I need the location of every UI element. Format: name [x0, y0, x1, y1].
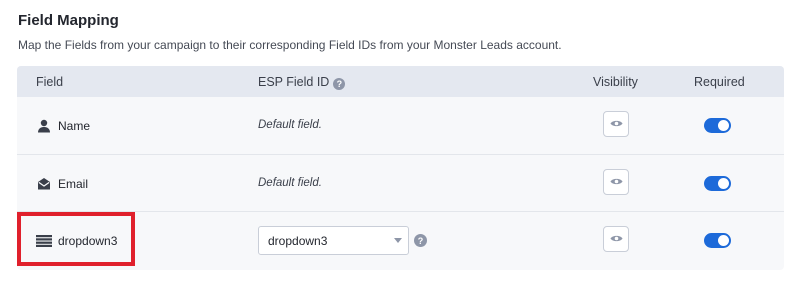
help-icon[interactable]: ?: [414, 234, 427, 247]
field-cell: Email: [36, 155, 88, 212]
visibility-toggle-button[interactable]: [603, 111, 629, 137]
person-icon: [36, 118, 52, 134]
eye-icon: [610, 173, 623, 191]
highlight-annotation-box: [17, 212, 135, 266]
help-icon[interactable]: ?: [333, 78, 346, 90]
column-header-required: Required: [694, 75, 745, 89]
column-header-esp-field-id: ESP Field ID?: [258, 75, 346, 90]
required-toggle[interactable]: [704, 118, 731, 133]
page-title: Field Mapping: [18, 12, 119, 29]
table-row: Email Default field.: [17, 154, 784, 211]
field-name: Name: [58, 118, 91, 133]
field-name: Email: [58, 176, 89, 191]
eye-icon: [610, 115, 623, 133]
chevron-down-icon: [394, 238, 402, 243]
required-toggle[interactable]: [704, 176, 731, 191]
eye-icon: [610, 230, 623, 248]
table-row: Name Default field.: [17, 97, 784, 154]
table-header: Field ESP Field ID? Visibility Required: [17, 66, 784, 97]
column-header-visibility: Visibility: [593, 75, 638, 89]
toggle-knob: [718, 235, 729, 246]
visibility-toggle-button[interactable]: [603, 169, 629, 195]
visibility-toggle-button[interactable]: [603, 226, 629, 252]
page-subtitle: Map the Fields from your campaign to the…: [18, 38, 562, 52]
field-cell: Name: [36, 97, 90, 154]
esp-field-select[interactable]: dropdown3: [258, 226, 409, 255]
envelope-open-icon: [36, 176, 52, 192]
esp-field-id-label: ESP Field ID: [258, 75, 330, 89]
esp-field-select-value: dropdown3: [268, 234, 328, 248]
required-toggle[interactable]: [704, 233, 731, 248]
column-header-field: Field: [36, 75, 64, 89]
toggle-knob: [718, 178, 729, 189]
toggle-knob: [718, 120, 729, 131]
esp-field-default-text: Default field.: [258, 177, 322, 189]
esp-field-default-text: Default field.: [258, 119, 322, 131]
